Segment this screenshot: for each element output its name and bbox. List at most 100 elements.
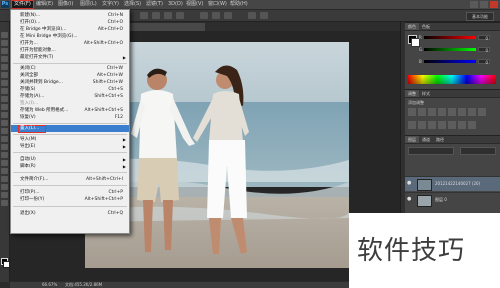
- brush-tool-icon[interactable]: [1, 88, 8, 94]
- red-track[interactable]: [424, 36, 476, 39]
- menu-item-export[interactable]: 导出(E) ▶: [11, 143, 129, 150]
- gradient-tool-icon[interactable]: [1, 120, 8, 126]
- layer-row[interactable]: ● 图层 0: [405, 192, 500, 207]
- background-color-swatch[interactable]: [3, 261, 10, 268]
- red-value[interactable]: 0: [478, 35, 490, 41]
- green-value[interactable]: 0: [478, 47, 490, 53]
- menu-item-revert[interactable]: 恢复(V) F12: [11, 114, 129, 121]
- menu-file[interactable]: 文件(F): [11, 0, 34, 9]
- menu-help[interactable]: 帮助(H): [228, 1, 250, 8]
- type-tool-icon[interactable]: [1, 152, 8, 158]
- vibrance-icon[interactable]: [448, 108, 456, 116]
- option-tool-icon[interactable]: [176, 12, 184, 19]
- brightness-contrast-icon[interactable]: [408, 108, 416, 116]
- invert-icon[interactable]: [428, 121, 436, 129]
- visibility-eye-icon[interactable]: ●: [407, 197, 412, 202]
- option-tool-icon[interactable]: [212, 12, 220, 19]
- eyedropper-tool-icon[interactable]: [1, 72, 8, 78]
- pen-tool-icon[interactable]: [1, 144, 8, 150]
- menu-item-print[interactable]: 打印(P)... Ctrl+P: [11, 189, 129, 196]
- clone-stamp-tool-icon[interactable]: [1, 96, 8, 102]
- menu-edit[interactable]: 编辑(E): [34, 1, 55, 8]
- opacity-field[interactable]: [460, 147, 496, 155]
- hue-saturation-icon[interactable]: [458, 108, 466, 116]
- levels-icon[interactable]: [418, 108, 426, 116]
- menu-item-print-one-copy[interactable]: 打印一份(Y) Alt+Shift+Ctrl+P: [11, 196, 129, 203]
- option-tool-icon[interactable]: [224, 12, 232, 19]
- healing-brush-tool-icon[interactable]: [1, 80, 8, 86]
- menu-item-automate[interactable]: 自动(U) ▶: [11, 156, 129, 163]
- menu-item-recent-files[interactable]: 最近打开文件(T) ▶: [11, 54, 129, 61]
- menu-window[interactable]: 窗口(W): [206, 1, 229, 8]
- menu-type[interactable]: 文字(Y): [100, 1, 121, 8]
- menu-3d[interactable]: 3D(D): [166, 1, 185, 8]
- blue-value[interactable]: 0: [478, 59, 490, 65]
- option-tool-icon[interactable]: [152, 12, 160, 19]
- menu-item-save[interactable]: 存储(S) Ctrl+S: [11, 86, 129, 93]
- channel-mixer-icon[interactable]: [418, 121, 426, 129]
- blue-slider[interactable]: B 0: [419, 59, 491, 65]
- posterize-icon[interactable]: [438, 121, 446, 129]
- layer-name[interactable]: 20121422140027 (20): [435, 177, 480, 191]
- gradient-map-icon[interactable]: [458, 121, 466, 129]
- tab-layers[interactable]: 图层: [405, 136, 419, 143]
- menu-item-close-go-bridge[interactable]: 关闭并转到 Bridge... Shift+Ctrl+W: [11, 79, 129, 86]
- zoom-tool-icon[interactable]: [1, 200, 8, 206]
- menu-item-exit[interactable]: 退出(X) Ctrl+Q: [11, 210, 129, 217]
- menu-item-open-as[interactable]: 打开为... Alt+Shift+Ctrl+O: [11, 40, 129, 47]
- menu-item-save-for-web[interactable]: 存储为 Web 所用格式... Alt+Shift+Ctrl+S: [11, 107, 129, 114]
- menu-item-browse-bridge[interactable]: 在 Bridge 中浏览(B)... Alt+Ctrl+O: [11, 26, 129, 33]
- menu-item-place[interactable]: 置入(L)...: [11, 125, 129, 133]
- tab-channels[interactable]: 通道: [419, 136, 433, 143]
- menu-filter[interactable]: 滤镜(T): [144, 1, 165, 8]
- red-slider[interactable]: R 0: [419, 35, 491, 41]
- menu-view[interactable]: 视图(V): [184, 1, 205, 8]
- 3d-rotate-tool-icon[interactable]: [1, 176, 8, 182]
- eraser-tool-icon[interactable]: [1, 112, 8, 118]
- tab-swatches[interactable]: 色板: [419, 23, 433, 30]
- selective-color-icon[interactable]: [468, 121, 476, 129]
- 3d-camera-tool-icon[interactable]: [1, 184, 8, 190]
- curves-icon[interactable]: [428, 108, 436, 116]
- lasso-tool-icon[interactable]: [1, 48, 8, 54]
- minimize-icon[interactable]: [470, 1, 478, 8]
- dodge-tool-icon[interactable]: [1, 136, 8, 142]
- tab-styles[interactable]: 样式: [419, 90, 433, 97]
- menu-item-close[interactable]: 关闭(C) Ctrl+W: [11, 65, 129, 72]
- quick-select-tool-icon[interactable]: [1, 56, 8, 62]
- menu-item-scripts[interactable]: 脚本(R) ▶: [11, 163, 129, 170]
- menu-item-close-all[interactable]: 关闭全部 Alt+Ctrl+W: [11, 72, 129, 79]
- tab-adjustments[interactable]: 调整: [405, 90, 419, 97]
- option-tool-icon[interactable]: [200, 12, 208, 19]
- menu-select[interactable]: 选择(S): [122, 1, 143, 8]
- crop-tool-icon[interactable]: [1, 64, 8, 70]
- option-tool-icon[interactable]: [140, 12, 148, 19]
- layer-name[interactable]: 图层 0: [435, 193, 447, 207]
- zoom-level[interactable]: 66.67%: [42, 282, 57, 288]
- path-select-tool-icon[interactable]: [1, 160, 8, 166]
- option-tool-icon[interactable]: [260, 12, 268, 19]
- maximize-icon[interactable]: [480, 1, 488, 8]
- history-brush-tool-icon[interactable]: [1, 104, 8, 110]
- close-icon[interactable]: [490, 1, 498, 8]
- exposure-icon[interactable]: [438, 108, 446, 116]
- menu-item-save-as[interactable]: 存储为(A)... Shift+Ctrl+S: [11, 93, 129, 100]
- blend-mode-select[interactable]: [408, 147, 454, 155]
- blue-track[interactable]: [424, 60, 476, 63]
- layer-row[interactable]: ● 20121422140027 (20): [405, 176, 500, 191]
- menu-item-file-info[interactable]: 文件简介(F)... Alt+Shift+Ctrl+I: [11, 176, 129, 183]
- green-slider[interactable]: G 0: [419, 47, 491, 53]
- green-track[interactable]: [424, 48, 476, 51]
- marquee-tool-icon[interactable]: [1, 40, 8, 46]
- photo-filter-icon[interactable]: [408, 121, 416, 129]
- shape-tool-icon[interactable]: [1, 168, 8, 174]
- hand-tool-icon[interactable]: [1, 192, 8, 198]
- menu-layer[interactable]: 图层(L): [78, 1, 99, 8]
- blur-tool-icon[interactable]: [1, 128, 8, 134]
- menu-item-import[interactable]: 导入(M) ▶: [11, 136, 129, 143]
- tab-color[interactable]: 颜色: [405, 23, 419, 30]
- tab-paths[interactable]: 路径: [433, 136, 447, 143]
- color-spectrum[interactable]: [408, 75, 496, 84]
- option-tool-icon[interactable]: [164, 12, 172, 19]
- black-white-icon[interactable]: [478, 108, 486, 116]
